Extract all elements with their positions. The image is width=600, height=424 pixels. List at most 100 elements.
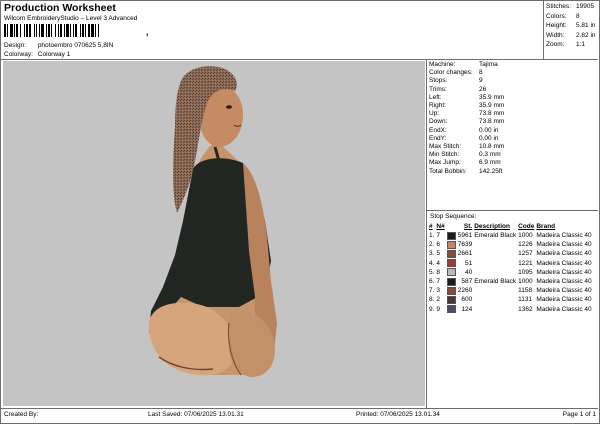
machine-label: Total Bobbin:	[429, 167, 467, 175]
color-swatch-box	[446, 231, 456, 240]
thread-brand: Madeira Classic 40	[536, 268, 592, 276]
stitch-count: 5961	[457, 232, 473, 240]
machine-label: Min Stitch:	[429, 151, 460, 159]
machine-label: Trims:	[429, 85, 447, 93]
stop-num: 1.	[429, 232, 435, 240]
needle-num: 3	[436, 287, 441, 295]
stitch-count: 2260	[457, 287, 473, 295]
machine-value: 0.3 mm	[479, 151, 501, 159]
color-swatch-box	[446, 268, 456, 277]
col-swatch	[447, 222, 458, 231]
color-swatch-box	[446, 249, 456, 258]
page-number: Page 1 of 1	[562, 411, 596, 418]
color-swatch	[446, 277, 458, 286]
created-by: Created By:	[4, 411, 39, 418]
thread-description: Emerald Black	[474, 232, 517, 240]
machine-row: Left: 35.9 mm	[429, 94, 504, 102]
machine-row: Right: 35.9 mm	[429, 102, 504, 110]
stitch-count: 2661	[457, 250, 473, 258]
machine-row: EndY: 0.00 in	[429, 135, 504, 143]
thread-brand: Madeira Classic 40	[536, 241, 592, 249]
thread-description	[474, 240, 518, 249]
stitch-count: 7639	[457, 241, 473, 249]
stop-num: 7.	[429, 287, 435, 295]
stop-row: 9. 9 124 1362 Madeira Classic 40	[429, 305, 594, 314]
machine-row: Total Bobbin: 142.25ft	[429, 168, 504, 176]
barcode	[4, 24, 99, 37]
needle-num: 8	[436, 268, 441, 276]
design-label: Design:	[4, 42, 27, 49]
stop-row: 1. 7 5961 Emerald Black 1000 Madeira Classic …	[429, 231, 594, 240]
machine-label: Up:	[429, 110, 440, 118]
machine-label: EndX:	[429, 126, 447, 134]
needle-num: 6	[436, 241, 441, 249]
machine-value: 73.8 mm	[479, 110, 505, 118]
last-saved: Last Saved: 07/06/2025 13.01.31	[148, 411, 244, 418]
thread-brand: Madeira Classic 40	[536, 305, 592, 313]
needle-num: 7	[436, 278, 441, 286]
color-swatch	[446, 231, 458, 240]
machine-value: 26	[479, 85, 487, 93]
col-stitches: St.	[463, 223, 473, 230]
software-name: Wilcom EmbroideryStudio – Level 3 Advanc…	[4, 15, 138, 22]
thread-code: 1000	[518, 278, 533, 286]
stat-width: Width: 2.82 in	[546, 31, 596, 39]
stop-num: 2.	[429, 241, 435, 249]
machine-value: 35.9 mm	[479, 102, 505, 110]
machine-divider	[427, 210, 598, 211]
thread-code: 1362	[518, 305, 533, 313]
stop-row: 2. 6 7639 1226 Madeira Classic 40	[429, 240, 594, 249]
stats-panel: Stitches: 19905 Colors: 8 Height: 5.81 in W…	[546, 2, 596, 50]
color-swatch	[446, 305, 458, 314]
thread-description	[474, 268, 518, 277]
stat-height: Height: 5.81 in	[546, 22, 596, 29]
thread-code: 1000	[518, 232, 533, 240]
design-value: photoembro 070625 5,8IN	[37, 42, 114, 49]
thread-brand: Madeira Classic 40	[536, 278, 592, 286]
machine-value: 0.00 in	[479, 126, 499, 134]
stop-row: 7. 3 2260 1158 Madeira Classic 40	[429, 286, 594, 295]
machine-value: 9	[479, 77, 483, 85]
stat-colors: Colors: 8	[546, 12, 580, 20]
machine-row: Stops: 9	[429, 77, 504, 85]
thread-description	[474, 305, 518, 314]
machine-label: EndY:	[429, 134, 447, 142]
thread-description	[474, 295, 518, 304]
stop-row: 5. 8 40 1095 Madeira Classic 40	[429, 268, 594, 277]
stop-num: 4.	[429, 259, 435, 267]
stitch-count: 600	[461, 296, 473, 304]
machine-label: Down:	[429, 118, 448, 126]
color-swatch-box	[446, 240, 456, 249]
machine-label: Max Jump:	[429, 159, 461, 167]
thread-code: 1095	[518, 268, 533, 276]
thread-code: 1131	[518, 296, 533, 304]
machine-value: 73.8 mm	[479, 118, 505, 126]
color-swatch	[446, 268, 458, 277]
needle-num: 7	[436, 232, 441, 240]
preview-divider	[426, 59, 427, 408]
thread-description	[474, 259, 518, 268]
machine-row: Min Stitch: 0.3 mm	[429, 151, 504, 159]
stop-sequence-header: # N# St. Description Code Brand	[429, 222, 594, 231]
stitch-count: 51	[464, 259, 473, 267]
thread-code: 1221	[518, 259, 533, 267]
stitch-count: 40	[464, 268, 473, 276]
machine-value: 35.9 mm	[479, 93, 505, 101]
stop-sequence-table: # N# St. Description Code Brand 1. 7 5961 E…	[429, 222, 594, 314]
col-code: Code	[518, 223, 535, 230]
stop-row: 4. 4 51 1221 Madeira Classic 40	[429, 259, 594, 268]
machine-info-panel: Machine: Tajima Color changes: 8 Stops: 9 Trim…	[429, 61, 504, 176]
stop-num: 6.	[429, 278, 435, 286]
machine-value: 8	[479, 69, 483, 77]
thread-code: 1226	[518, 241, 533, 249]
thread-brand: Madeira Classic 40	[536, 250, 592, 258]
thread-description	[474, 249, 518, 258]
thread-description: Emerald Black	[474, 278, 517, 286]
stop-sequence-title: Stop Sequence:	[430, 213, 477, 220]
machine-value: Tajima	[479, 61, 498, 68]
col-num: #	[429, 223, 433, 230]
col-description: Description	[474, 223, 510, 230]
machine-value: 6.9 mm	[479, 159, 501, 167]
stitch-count: 124	[461, 305, 473, 313]
thread-description	[474, 286, 518, 295]
